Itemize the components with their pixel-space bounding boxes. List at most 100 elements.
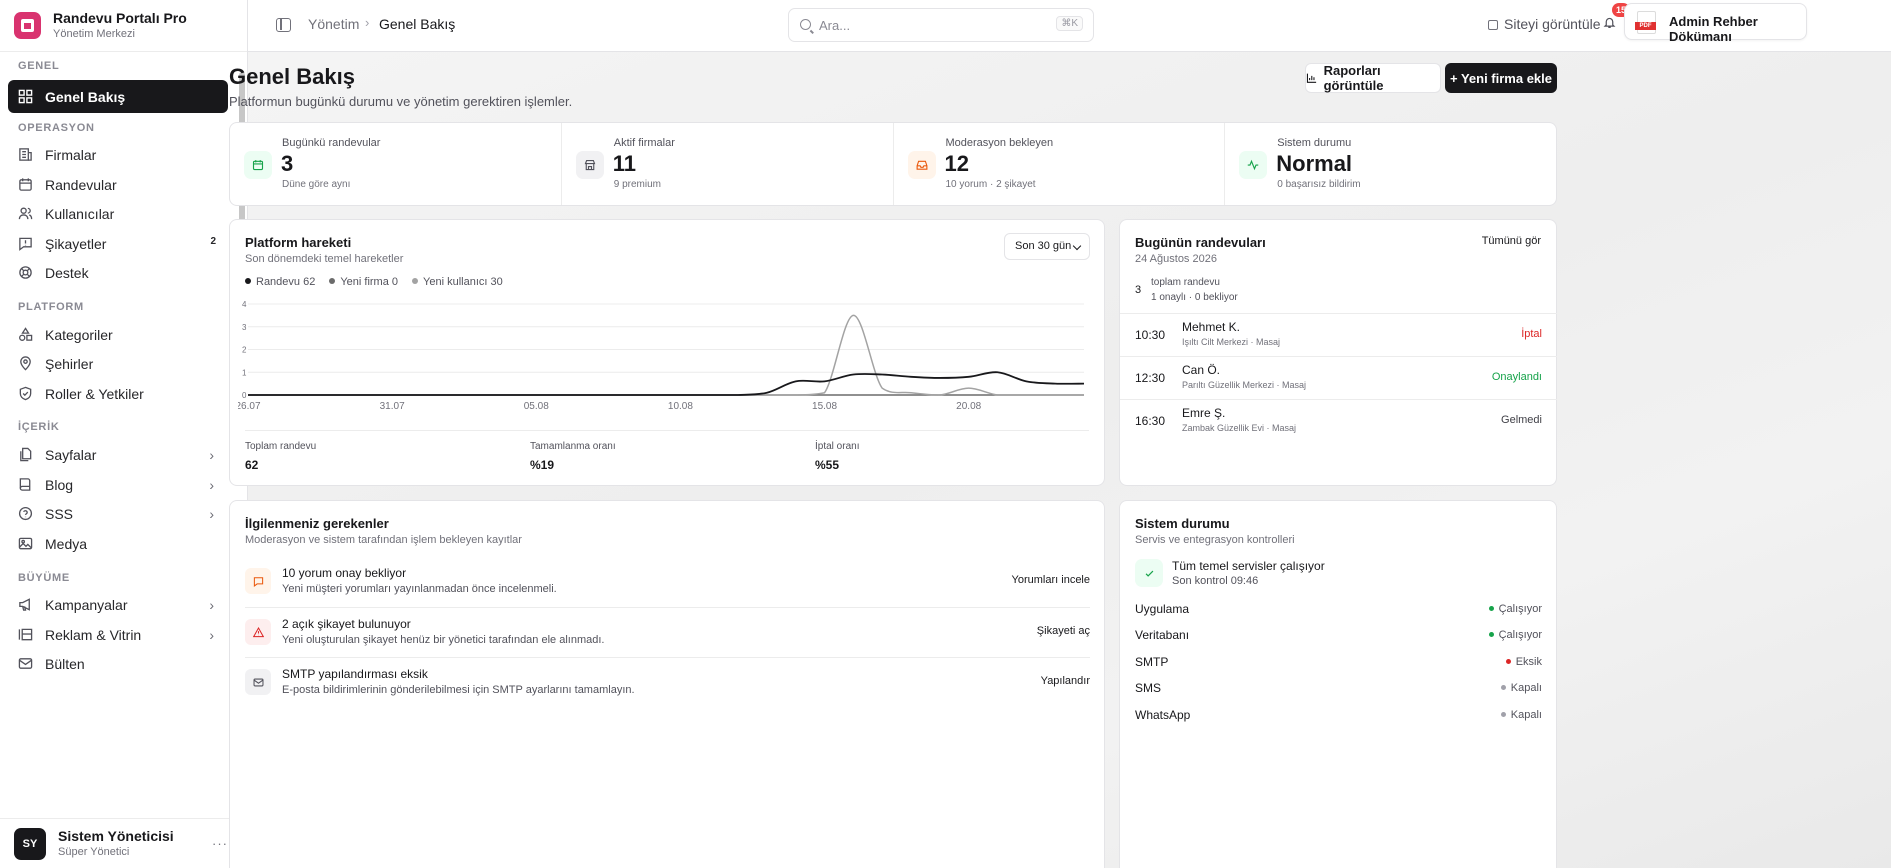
calendar-icon bbox=[244, 151, 272, 179]
chart-y-tick-label: 3 bbox=[242, 323, 247, 332]
card-subtitle: Servis ve entegrasyon kontrolleri bbox=[1135, 534, 1295, 546]
grid-icon bbox=[18, 89, 33, 104]
sidebar-item-bulten[interactable]: Bülten bbox=[8, 647, 228, 680]
service-status: Kapalı bbox=[1500, 709, 1542, 721]
appointment-row[interactable]: 16:30 Emre Ş. Zambak Güzellik Evi · Masa… bbox=[1120, 399, 1557, 442]
today-date: 24 Ağustos 2026 bbox=[1135, 253, 1217, 265]
legend-item[interactable]: Yeni kullanıcı 30 bbox=[412, 276, 503, 288]
bar-chart-icon bbox=[1306, 73, 1317, 83]
appointment-row[interactable]: 12:30 Can Ö. Parıltı Güzellik Merkezi · … bbox=[1120, 356, 1557, 399]
view-site-link[interactable]: Siteyi görüntüle bbox=[1488, 16, 1601, 32]
megaphone-icon bbox=[18, 597, 33, 612]
card-subtitle: Moderasyon ve sistem tarafından işlem be… bbox=[245, 534, 522, 546]
section-genel: GENEL bbox=[18, 60, 60, 72]
breadcrumb-root[interactable]: Yönetim bbox=[308, 16, 359, 32]
sidebar-item-kullanicilar[interactable]: Kullanıcılar bbox=[8, 197, 228, 230]
chart-x-tick-label: 26.07 bbox=[238, 401, 261, 412]
chevron-right-icon: › bbox=[209, 447, 214, 463]
chevron-right-icon: › bbox=[209, 597, 214, 613]
service-name: SMTP bbox=[1135, 655, 1169, 669]
sidebar-item-label: Blog bbox=[45, 476, 74, 493]
more-options-icon[interactable]: ··· bbox=[212, 836, 228, 851]
sidebar-item-label: Sayfalar bbox=[45, 446, 97, 463]
avatar: SY bbox=[14, 827, 46, 860]
service-status: Kapalı bbox=[1500, 682, 1542, 694]
search-shortcut: ⌘K bbox=[1056, 16, 1083, 31]
service-row: Veritabanı Çalışıyor bbox=[1135, 628, 1542, 646]
sidebar-item-sehirler[interactable]: Şehirler bbox=[8, 347, 228, 380]
card-title: Bugünün randevuları bbox=[1135, 235, 1266, 250]
user-profile[interactable]: SY Sistem Yöneticisi Süper Yönetici ··· bbox=[0, 818, 248, 868]
attention-item[interactable]: 10 yorum onay bekliyor Yeni müşteri yoru… bbox=[245, 557, 1090, 607]
attention-card: İlgilenmeniz gerekenler Moderasyon ve si… bbox=[229, 500, 1105, 868]
stat-card-companies[interactable]: Aktif firmalar 11 9 premium bbox=[562, 123, 894, 205]
sidebar-item-medya[interactable]: Medya bbox=[8, 527, 228, 560]
brand[interactable]: Randevu Portalı Pro Yönetim Merkezi bbox=[0, 0, 247, 52]
mail-icon bbox=[245, 669, 271, 695]
sidebar-item-firmalar[interactable]: Firmalar bbox=[8, 138, 228, 171]
view-site-label: Siteyi görüntüle bbox=[1504, 16, 1601, 32]
external-link-icon bbox=[1488, 20, 1498, 30]
card-subtitle: Son dönemdeki temel hareketler bbox=[245, 253, 404, 265]
view-all-link[interactable]: Tümünü gör bbox=[1482, 235, 1541, 247]
stat-card-system[interactable]: Sistem durumu Normal 0 başarısız bildiri… bbox=[1225, 123, 1556, 205]
help-circle-icon bbox=[18, 506, 33, 521]
add-company-button[interactable]: + Yeni firma ekle bbox=[1445, 63, 1557, 93]
attention-action[interactable]: Şikayeti aç bbox=[1037, 625, 1090, 637]
sidebar-item-sss[interactable]: SSS › bbox=[8, 497, 228, 530]
chevron-right-icon: › bbox=[209, 477, 214, 493]
stat-card-moderation[interactable]: Moderasyon bekleyen 12 10 yorum · 2 şika… bbox=[894, 123, 1226, 205]
appointment-place: Zambak Güzellik Evi · Masaj bbox=[1182, 423, 1297, 433]
stat-card-appointments[interactable]: Bugünkü randevular 3 Düne göre aynı bbox=[230, 123, 562, 205]
sidebar-item-label: Kategoriler bbox=[45, 326, 113, 343]
legend-item[interactable]: Yeni firma 0 bbox=[329, 276, 398, 288]
view-reports-button[interactable]: Raporları görüntüle bbox=[1305, 63, 1441, 93]
activity-line-chart: 4 3 2 1 026.07 31.07 05.08 10.08 15.08 20.08 bbox=[238, 300, 1085, 412]
attention-action[interactable]: Yorumları incele bbox=[1012, 574, 1090, 586]
sidebar-item-label: Bülten bbox=[45, 655, 85, 672]
legend-item[interactable]: Randevu 62 bbox=[245, 276, 315, 288]
brand-subtitle: Yönetim Merkezi bbox=[53, 28, 135, 40]
service-name: Veritabanı bbox=[1135, 628, 1190, 642]
summary-label: toplam randevu bbox=[1151, 277, 1220, 288]
attention-item[interactable]: 2 açık şikayet bulunuyor Yeni oluşturula… bbox=[245, 607, 1090, 657]
status-badge: İptal bbox=[1521, 328, 1542, 340]
chart-y-tick-label: 2 bbox=[242, 346, 247, 355]
sidebar-item-sayfalar[interactable]: Sayfalar › bbox=[8, 438, 228, 471]
appointment-row[interactable]: 10:30 Mehmet K. Işıltı Cilt Merkezi · Ma… bbox=[1120, 313, 1557, 356]
search-input[interactable] bbox=[819, 15, 1039, 35]
attention-title: 10 yorum onay bekliyor bbox=[282, 566, 407, 580]
system-banner-title: Tüm temel servisler çalışıyor bbox=[1172, 559, 1325, 573]
sidebar: Randevu Portalı Pro Yönetim Merkezi GENE… bbox=[0, 0, 248, 868]
sidebar-item-roller-yetkiler[interactable]: Roller & Yetkiler bbox=[8, 377, 228, 410]
section-operasyon: OPERASYON bbox=[18, 122, 95, 134]
range-select[interactable]: Son 30 gün bbox=[1004, 233, 1090, 260]
stat-label: Moderasyon bekleyen bbox=[945, 137, 1054, 149]
admin-guide-button[interactable]: PDF Admin Rehber Dökümanı bbox=[1624, 3, 1807, 44]
attention-item[interactable]: SMTP yapılandırması eksik E-posta bildir… bbox=[245, 657, 1090, 707]
calendar-icon bbox=[18, 177, 33, 192]
sidebar-toggle-icon[interactable] bbox=[276, 18, 291, 32]
search-box[interactable]: ⌘K bbox=[788, 8, 1094, 42]
chevron-right-icon: › bbox=[209, 627, 214, 643]
status-badge: Gelmedi bbox=[1501, 414, 1542, 426]
sidebar-item-label: Kampanyalar bbox=[45, 596, 128, 613]
bell-icon[interactable] bbox=[1603, 16, 1616, 29]
sidebar-item-genel-bakis[interactable]: Genel Bakış bbox=[8, 80, 228, 113]
appointment-customer: Mehmet K. bbox=[1182, 320, 1241, 334]
service-row: SMTP Eksik bbox=[1135, 655, 1542, 673]
sidebar-item-destek[interactable]: Destek bbox=[8, 256, 228, 289]
map-pin-icon bbox=[18, 356, 33, 371]
attention-desc: Yeni müşteri yorumları yayınlanmadan önc… bbox=[282, 583, 557, 595]
store-icon bbox=[575, 151, 604, 179]
sidebar-item-kampanyalar[interactable]: Kampanyalar › bbox=[8, 588, 228, 621]
attention-action[interactable]: Yapılandır bbox=[1041, 675, 1090, 687]
stat-label: Bugünkü randevular bbox=[282, 137, 381, 149]
message-icon bbox=[245, 568, 271, 594]
service-status: Çalışıyor bbox=[1488, 603, 1542, 615]
section-buyume: BÜYÜME bbox=[18, 572, 70, 584]
appointment-time: 12:30 bbox=[1135, 371, 1166, 385]
search-icon bbox=[800, 19, 811, 30]
page-subtitle: Platformun bugünkü durumu ve yönetim ger… bbox=[229, 94, 573, 109]
section-platform: PLATFORM bbox=[18, 301, 84, 313]
